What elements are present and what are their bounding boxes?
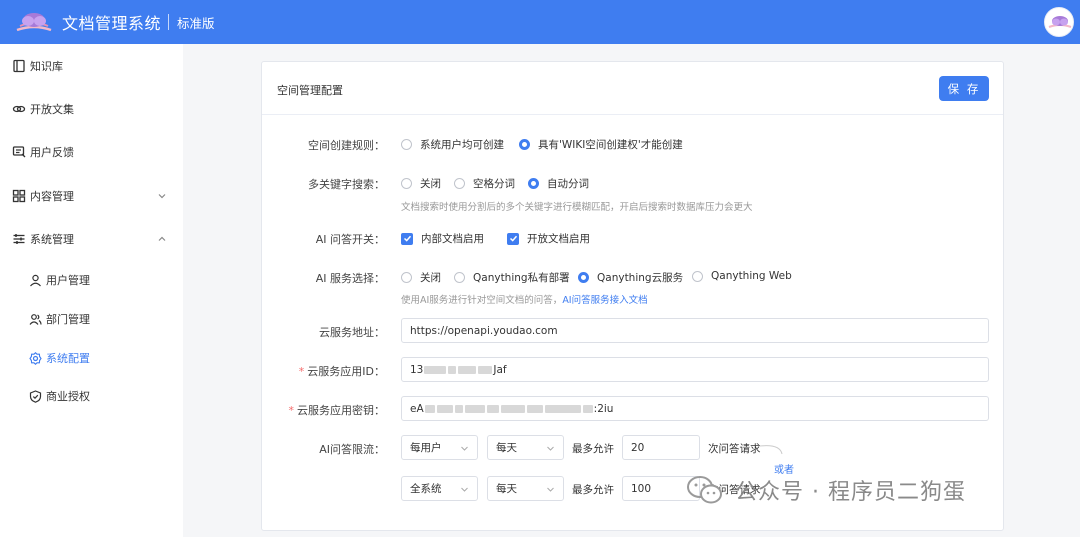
rate-limit-scope-select-1[interactable]: 每用户 xyxy=(401,435,478,460)
radio-space-rule-all-users[interactable]: 系统用户均可创建 xyxy=(401,137,504,152)
feedback-icon xyxy=(12,146,26,158)
chevron-down-icon xyxy=(547,446,554,451)
radio-dot xyxy=(528,178,539,189)
sidebar: 知识库 开放文集 用户反馈 内容管理 系统管理 用户管理 部门管理 系统配置 商… xyxy=(0,44,183,537)
sidebar-subitem-label: 用户管理 xyxy=(46,274,90,287)
qa-requests-suffix: 次问答请求 xyxy=(708,443,761,455)
radio-ai-service-off[interactable]: 关闭 xyxy=(401,270,441,285)
sidebar-item-label: 系统管理 xyxy=(30,233,74,246)
ai-qa-switch-label: AI 问答开关： xyxy=(315,233,385,246)
radio-dot xyxy=(454,272,465,283)
chevron-down-icon xyxy=(158,194,166,199)
chevron-down-icon xyxy=(461,446,468,451)
radio-dot xyxy=(578,272,589,283)
app-id-input[interactable]: 13 Jaf xyxy=(401,357,989,382)
radio-space-rule-wiki-permission[interactable]: 具有'WIKI空间创建权'才能创建 xyxy=(519,137,683,152)
space-config-card: 空间管理配置 保 存 空间创建规则： 系统用户均可创建 具有'WIKI空间创建权… xyxy=(261,61,1004,531)
sidebar-subitem-license[interactable]: 商业授权 xyxy=(0,382,183,410)
chevron-down-icon xyxy=(461,487,468,492)
max-allowed-label: 最多允许 xyxy=(572,484,614,496)
radio-dot xyxy=(454,178,465,189)
sliders-icon xyxy=(13,234,25,244)
radio-keyword-off[interactable]: 关闭 xyxy=(401,176,441,191)
radio-keyword-auto-split[interactable]: 自动分词 xyxy=(528,176,589,191)
radio-dot xyxy=(401,139,412,150)
radio-dot xyxy=(401,272,412,283)
radio-dot xyxy=(692,270,703,282)
user-icon xyxy=(30,274,41,286)
max-allowed-label: 最多允许 xyxy=(572,443,614,455)
sidebar-subitem-label: 商业授权 xyxy=(46,390,90,403)
app-secret-label: * 云服务应用密钥： xyxy=(288,404,386,417)
avatar-icon xyxy=(1048,16,1072,28)
keyword-search-label: 多关键字搜索： xyxy=(308,178,385,191)
sidebar-subitem-label: 部门管理 xyxy=(46,313,90,326)
sidebar-item-label: 用户反馈 xyxy=(30,146,74,159)
sidebar-subitem-departments[interactable]: 部门管理 xyxy=(0,305,183,333)
rate-limit-scope-select-2[interactable]: 全系统 xyxy=(401,476,478,501)
space-rule-label: 空间创建规则： xyxy=(308,139,385,152)
rate-limit-label: AI问答限流： xyxy=(319,443,385,456)
sidebar-item-label: 内容管理 xyxy=(30,190,74,203)
card-title: 空间管理配置 xyxy=(277,84,343,97)
chevron-down-icon xyxy=(547,487,554,492)
sidebar-item-feedback[interactable]: 用户反馈 xyxy=(0,137,183,167)
wechat-icon xyxy=(687,476,722,504)
avatar[interactable] xyxy=(1044,7,1074,37)
sidebar-item-knowledge-base[interactable]: 知识库 xyxy=(0,51,183,81)
edition-label: 标准版 xyxy=(177,16,215,31)
rate-limit-period-select-2[interactable]: 每天 xyxy=(487,476,564,501)
gear-icon xyxy=(29,351,42,365)
checkbox-open-docs[interactable]: 开放文档启用 xyxy=(507,231,590,246)
check-icon xyxy=(507,232,519,245)
sidebar-item-open-collections[interactable]: 开放文集 xyxy=(0,94,183,124)
card-header: 空间管理配置 保 存 xyxy=(262,62,1003,115)
logo-icon xyxy=(16,13,52,32)
sidebar-item-label: 开放文集 xyxy=(30,103,74,116)
rate-limit-period-select-1[interactable]: 每天 xyxy=(487,435,564,460)
watermark: 公众号 · 程序员二狗蛋 xyxy=(685,474,966,506)
book-icon xyxy=(13,59,25,73)
cloud-url-input[interactable]: https://openapi.youdao.com xyxy=(401,318,989,343)
check-icon xyxy=(401,232,413,245)
keyword-search-hint: 文档搜索时使用分割后的多个关键字进行模糊匹配，开启后搜索时数据库压力会更大 xyxy=(401,202,753,213)
sidebar-item-label: 知识库 xyxy=(30,60,63,73)
team-icon xyxy=(29,313,42,325)
ai-service-hint: 使用AI服务进行针对空间文档的问答，AI问答服务接入文档 xyxy=(401,295,648,306)
radio-ai-service-cloud[interactable]: Qanything云服务 xyxy=(578,270,683,285)
ai-service-label: AI 服务选择： xyxy=(315,272,385,285)
radio-keyword-space-split[interactable]: 空格分词 xyxy=(454,176,515,191)
app-secret-input[interactable]: eA :2iu xyxy=(401,396,989,421)
app-title: 文档管理系统 xyxy=(62,14,162,33)
sidebar-item-content-management[interactable]: 内容管理 xyxy=(0,181,183,211)
ai-qa-docs-link[interactable]: AI问答服务接入文档 xyxy=(562,295,647,306)
grid-icon xyxy=(12,189,26,203)
cloud-url-label: 云服务地址： xyxy=(319,326,385,339)
sidebar-subitem-users[interactable]: 用户管理 xyxy=(0,266,183,294)
sidebar-subitem-system-config[interactable]: 系统配置 xyxy=(0,344,183,372)
top-bar: 文档管理系统 标准版 xyxy=(0,0,1080,44)
app-id-label: * 云服务应用ID： xyxy=(298,365,385,378)
radio-dot xyxy=(401,178,412,189)
rate-limit-count-input-1[interactable]: 20 xyxy=(622,435,700,460)
radio-dot xyxy=(519,139,530,150)
chevron-up-icon xyxy=(158,236,166,241)
shield-icon xyxy=(29,389,42,403)
title-divider xyxy=(168,14,169,30)
checkbox-internal-docs[interactable]: 内部文档启用 xyxy=(401,231,484,246)
save-button[interactable]: 保 存 xyxy=(939,76,989,101)
sidebar-subitem-label: 系统配置 xyxy=(46,352,90,365)
link-icon xyxy=(12,105,26,113)
radio-ai-service-web[interactable]: Qanything Web xyxy=(692,270,792,282)
sidebar-item-system-management[interactable]: 系统管理 xyxy=(0,224,183,254)
radio-ai-service-private[interactable]: Qanything私有部署 xyxy=(454,270,570,285)
